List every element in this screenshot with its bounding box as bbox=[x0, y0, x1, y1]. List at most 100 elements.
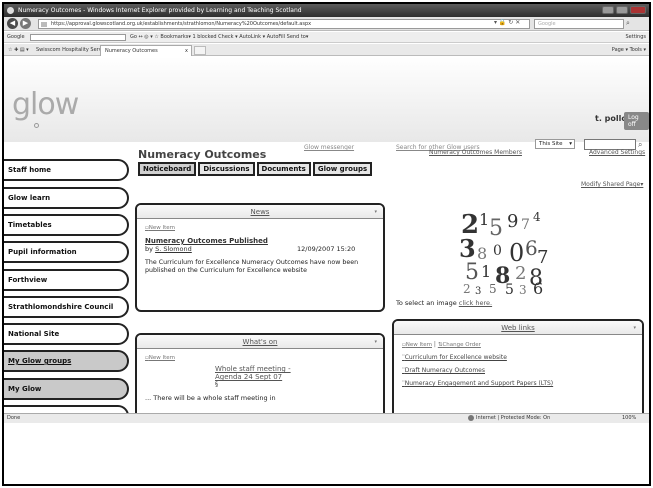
favorite-link[interactable]: Swisscom Hospitality Servi... bbox=[36, 44, 108, 56]
meeting-preview: ... There will be a whole staff meeting … bbox=[145, 394, 276, 402]
web-links-title-text: Web links bbox=[501, 324, 535, 332]
google-toolbar: Google Go ↔ ◎ ▾ ☆ Bookmarks▾ 1 blocked C… bbox=[4, 32, 649, 43]
news-content: ▫New Item Numeracy Outcomes Published by… bbox=[137, 219, 383, 281]
back-arrow-icon[interactable]: ◀ bbox=[7, 18, 18, 29]
news-new-item-link[interactable]: ▫New Item bbox=[145, 225, 375, 231]
globe-icon bbox=[468, 415, 474, 421]
glow-logo-dot bbox=[34, 123, 39, 128]
sidebar-item-pupil-information[interactable]: Pupil information bbox=[4, 241, 129, 263]
tab-noticeboard[interactable]: Noticeboard bbox=[138, 162, 197, 176]
news-title[interactable]: News ▾ bbox=[137, 205, 383, 219]
google-toolbar-items[interactable]: Go ↔ ◎ ▾ ☆ Bookmarks▾ 1 blocked Check ▾ … bbox=[130, 32, 308, 42]
svg-text:7: 7 bbox=[537, 247, 548, 268]
svg-text:0: 0 bbox=[493, 243, 502, 259]
news-body: The Curriculum for Excellence Numeracy O… bbox=[145, 259, 359, 274]
modify-shared-page-link[interactable]: Modify Shared Page▾ bbox=[581, 181, 643, 188]
click-here-link[interactable]: click here. bbox=[459, 299, 492, 307]
sidebar-item-my-glow-groups[interactable]: My Glow groups bbox=[4, 350, 129, 372]
members-link[interactable]: Numeracy Outcomes Members bbox=[429, 149, 522, 156]
web-link-item[interactable]: ▫Draft Numeracy Outcomes bbox=[402, 365, 634, 374]
sidebar-item-strathlomondshire-council[interactable]: Strathlomondshire Council bbox=[4, 296, 129, 318]
news-author-link[interactable]: S. Slomond bbox=[155, 245, 192, 253]
window-controls bbox=[602, 6, 646, 14]
favorites-star-icon[interactable]: ☆ ✚ ▤ ▾ bbox=[8, 44, 29, 56]
web-links-new-item-link[interactable]: ▫New Item bbox=[402, 342, 432, 348]
tab-glow-groups[interactable]: Glow groups bbox=[312, 162, 373, 176]
web-page: glow t. pollok Log off Glow messenger Se… bbox=[4, 57, 649, 413]
forward-arrow-icon[interactable]: ▶ bbox=[20, 18, 31, 29]
news-byline: by S. Slomond 12/09/2007 15:20 bbox=[145, 245, 356, 253]
whats-on-title[interactable]: What's on ▾ bbox=[137, 335, 383, 349]
svg-text:5: 5 bbox=[489, 216, 503, 241]
whats-on-new-item-link[interactable]: ▫New Item bbox=[145, 355, 375, 361]
tab-close-icon[interactable]: x bbox=[185, 46, 188, 56]
zoom-level[interactable]: 100% bbox=[622, 414, 636, 423]
sidebar-item-more[interactable] bbox=[4, 405, 129, 413]
meeting-suffix: § bbox=[215, 381, 218, 388]
webpart-menu-icon[interactable]: ▾ bbox=[374, 205, 377, 219]
whats-on-webpart: What's on ▾ ▫New Item Whole staff meetin… bbox=[135, 333, 385, 413]
svg-text:3: 3 bbox=[519, 283, 527, 295]
command-bar[interactable]: Page ▾ Tools ▾ bbox=[612, 44, 646, 56]
svg-text:1: 1 bbox=[479, 210, 489, 229]
numbers-image: 2 1 5 9 7 4 3 8 0 0 6 7 5 1 8 2 8 2 3 5 … bbox=[459, 207, 551, 298]
web-link-item[interactable]: ▫Curriculum for Excellence website bbox=[402, 352, 634, 361]
glow-logo[interactable]: glow bbox=[12, 87, 79, 122]
web-links-content: ▫New Item | ⇅Change Order ▫Curriculum fo… bbox=[394, 335, 642, 393]
page-icon bbox=[41, 22, 47, 27]
security-zone[interactable]: Internet | Protected Mode: On bbox=[476, 414, 550, 423]
glow-messenger-link[interactable]: Glow messenger bbox=[304, 144, 354, 151]
logoff-button[interactable]: Log off bbox=[624, 112, 649, 130]
svg-text:6: 6 bbox=[525, 236, 538, 260]
window-titlebar: Numeracy Outcomes - Windows Internet Exp… bbox=[4, 4, 649, 17]
webpart-menu-icon[interactable]: ▾ bbox=[374, 335, 377, 349]
google-settings-button[interactable]: Settings bbox=[625, 32, 646, 42]
news-date: 12/09/2007 15:20 bbox=[297, 245, 356, 253]
maximize-icon[interactable] bbox=[616, 6, 628, 14]
advanced-settings-link[interactable]: Advanced Settings bbox=[589, 149, 645, 156]
webpart-menu-icon[interactable]: ▾ bbox=[633, 321, 636, 335]
sidebar-item-glow-learn[interactable]: Glow learn bbox=[4, 187, 129, 209]
url-input[interactable]: https://approval.glowscotland.org.uk/est… bbox=[38, 19, 530, 29]
web-links-actions: ▫New Item | ⇅Change Order bbox=[402, 341, 481, 348]
svg-text:4: 4 bbox=[533, 210, 541, 224]
web-link-item[interactable]: ▫Numeracy Engagement and Support Papers … bbox=[402, 378, 634, 387]
sidebar-item-national-site[interactable]: National Site bbox=[4, 323, 129, 345]
web-links-webpart: Web links ▾ ▫New Item | ⇅Change Order ▫C… bbox=[392, 319, 644, 413]
status-text: Done bbox=[7, 415, 21, 421]
tab-label: Numeracy Outcomes bbox=[105, 48, 158, 54]
new-tab-button[interactable] bbox=[194, 46, 206, 55]
browser-tab[interactable]: Numeracy Outcomes x bbox=[100, 45, 192, 56]
close-icon[interactable] bbox=[630, 6, 646, 14]
numbers-collage-icon: 2 1 5 9 7 4 3 8 0 0 6 7 5 1 8 2 8 2 3 5 … bbox=[459, 210, 548, 298]
news-heading-link[interactable]: Numeracy Outcomes Published bbox=[145, 237, 375, 245]
page-title: Numeracy Outcomes bbox=[138, 148, 267, 161]
status-bar: Done Internet | Protected Mode: On 100% bbox=[4, 413, 649, 423]
sidebar-item-staff-home[interactable]: Staff home bbox=[4, 159, 129, 181]
google-search-input[interactable] bbox=[30, 34, 126, 41]
svg-text:3: 3 bbox=[475, 286, 481, 295]
meeting-link[interactable]: Whole staff meeting - Agenda 24 Sept 07 bbox=[215, 365, 315, 381]
minimize-icon[interactable] bbox=[602, 6, 614, 14]
site-tabs: Noticeboard Discussions Documents Glow g… bbox=[138, 162, 373, 176]
change-order-link[interactable]: ⇅Change Order bbox=[438, 342, 481, 348]
web-links-title[interactable]: Web links ▾ bbox=[394, 321, 642, 335]
svg-text:6: 6 bbox=[533, 279, 543, 295]
search-scope-select[interactable]: This Site ▾ bbox=[535, 139, 575, 149]
tab-discussions[interactable]: Discussions bbox=[198, 162, 255, 176]
browser-search-input[interactable]: Google bbox=[534, 19, 624, 29]
tab-documents[interactable]: Documents bbox=[256, 162, 311, 176]
search-icon[interactable]: ⌕ bbox=[626, 19, 630, 28]
news-title-text: News bbox=[250, 208, 270, 216]
sidebar-item-timetables[interactable]: Timetables bbox=[4, 214, 129, 236]
whats-on-title-text: What's on bbox=[242, 338, 278, 346]
svg-text:5: 5 bbox=[505, 282, 514, 295]
image-instruction: To select an image click here. bbox=[396, 299, 493, 307]
refresh-stop-icons[interactable]: ▾ 🔒 ↻ ✕ bbox=[494, 19, 520, 26]
search-scope-value: This Site bbox=[539, 141, 563, 147]
google-label: Google bbox=[7, 34, 25, 40]
sidebar-item-forthview[interactable]: Forthview bbox=[4, 269, 129, 291]
sidebar-item-my-glow[interactable]: My Glow bbox=[4, 378, 129, 400]
address-bar: ◀ ▶ https://approval.glowscotland.org.uk… bbox=[4, 17, 649, 31]
whats-on-content: ▫New Item Whole staff meeting - Agenda 2… bbox=[137, 349, 383, 408]
